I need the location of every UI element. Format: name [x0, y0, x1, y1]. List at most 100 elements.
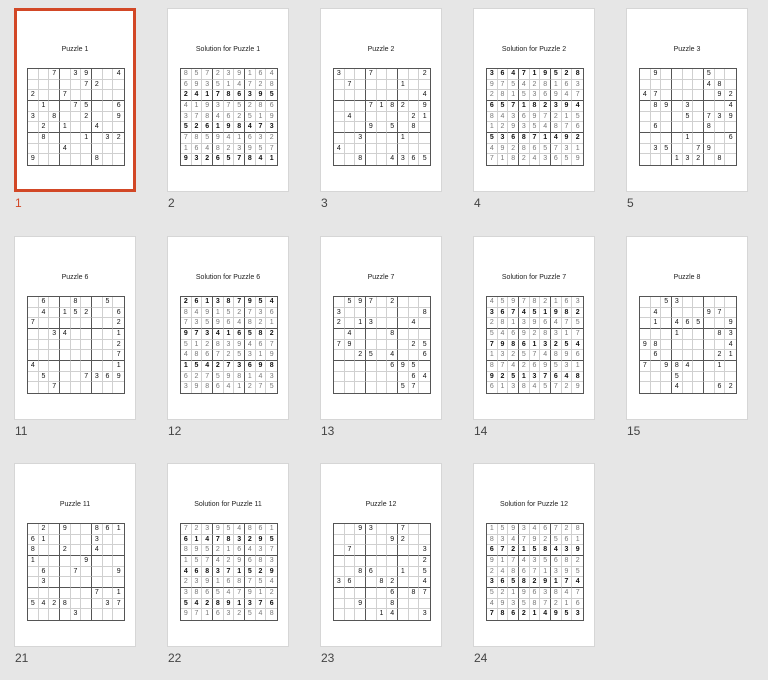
sudoku-cell — [334, 534, 345, 546]
slide-title: Puzzle 6 — [61, 274, 89, 281]
sudoku-grid: 597238213448792525466956457 — [333, 296, 431, 394]
sudoku-cell — [672, 143, 683, 155]
sudoku-cell: 6 — [38, 566, 50, 578]
sudoku-cell: 6 — [223, 577, 235, 588]
sudoku-cell — [28, 577, 39, 588]
slide-thumbnail[interactable]: Solution for Puzzle 23647195289754281632… — [473, 8, 595, 192]
sudoku-cell: 8 — [387, 329, 398, 340]
sudoku-cell: 2 — [519, 361, 530, 372]
sudoku-cell: 2 — [38, 122, 50, 133]
slide-thumbnail[interactable]: Puzzle 85349714659183984621798415462 — [626, 236, 748, 420]
sudoku-cell — [693, 69, 704, 80]
sudoku-cell — [81, 534, 92, 546]
sudoku-cell — [693, 307, 704, 319]
slide-thumbnail[interactable]: Solution for Puzzle 62613879548491527367… — [167, 236, 289, 420]
sudoku-cell: 2 — [419, 556, 430, 567]
sudoku-cell: 6 — [508, 609, 519, 620]
sudoku-cell — [334, 524, 345, 535]
sudoku-cell: 2 — [334, 318, 345, 329]
sudoku-cell: 5 — [540, 143, 551, 155]
sudoku-cell: 9 — [202, 577, 213, 588]
sudoku-cell — [640, 133, 651, 144]
sudoku-cell: 8 — [529, 297, 541, 308]
sudoku-cell — [70, 534, 82, 546]
sudoku-cell: 7 — [409, 382, 420, 393]
sudoku-cell: 8 — [519, 133, 530, 144]
slide-thumbnail[interactable]: Solution for Puzzle 11 7 2 3 9 5 4 8 6 1 6 1 4 7 8 3 2 9 5… — [167, 463, 289, 647]
sudoku-cell: 7 — [181, 524, 192, 535]
sudoku-cell: 9 — [192, 382, 203, 393]
sudoku-cell: 7 — [181, 318, 192, 329]
sudoku-cell — [714, 122, 726, 133]
sudoku-cell: 5 — [551, 69, 562, 80]
sudoku-cell — [60, 101, 71, 112]
sudoku-cell: 7 — [49, 69, 60, 80]
slide-thumbnail[interactable]: Puzzle 12 9 3 7 9 2 7 3 2 8 6 1 5 3 6 8 2 4 6 8 7 9 8 1 4 3 — [320, 463, 442, 647]
sudoku-cell: 1 — [213, 307, 224, 319]
sudoku-cell: 1 — [497, 556, 509, 567]
sudoku-cell: 3 — [529, 90, 541, 101]
sudoku-cell: 4 — [234, 524, 245, 535]
sudoku-cell: 1 — [38, 534, 50, 546]
sudoku-cell: 4 — [202, 534, 213, 546]
sudoku-cell — [387, 318, 398, 329]
sudoku-cell — [398, 318, 409, 329]
sudoku-cell: 5 — [213, 371, 224, 383]
sudoku-cell: 7 — [561, 318, 573, 329]
sudoku-cell: 4 — [487, 598, 498, 610]
slide-number: 15 — [627, 424, 641, 438]
slide-thumbnail[interactable]: Solution for Puzzle 18572391646935147282… — [167, 8, 289, 192]
sudoku-cell — [387, 307, 398, 319]
sudoku-cell — [355, 556, 366, 567]
sudoku-cell: 4 — [255, 371, 267, 383]
sudoku-cell — [387, 90, 398, 101]
sudoku-cell — [81, 143, 92, 155]
sudoku-cell: 1 — [398, 133, 409, 144]
slide-thumbnail[interactable]: Solution for Puzzle 12 1 5 9 3 4 6 7 2 8 8 3 4 7 9 2 5 6 1… — [473, 463, 595, 647]
sudoku-cell — [28, 588, 39, 599]
slide-thumbnail[interactable]: Puzzle 668541526723412741573697 — [14, 236, 136, 420]
slide-thumbnail[interactable]: Puzzle 7597238213448792525466956457 — [320, 236, 442, 420]
sudoku-cell: 8 — [508, 339, 519, 351]
slide-thumbnail[interactable]: Puzzle 39548479289345739681635791328 — [626, 8, 748, 192]
sudoku-cell — [704, 329, 715, 340]
sudoku-cell — [714, 339, 726, 351]
sudoku-cell: 3 — [672, 297, 683, 308]
sudoku-cell — [704, 361, 715, 372]
sudoku-cell — [672, 350, 683, 361]
sudoku-cell — [725, 144, 736, 155]
sudoku-cell: 4 — [92, 122, 103, 133]
sudoku-cell: 9 — [661, 101, 672, 112]
sudoku-cell — [408, 307, 420, 319]
sudoku-cell — [387, 566, 398, 578]
sudoku-cell — [398, 90, 409, 101]
sudoku-cell — [113, 154, 124, 165]
sudoku-grid: 9548479289345739681635791328 — [639, 68, 737, 166]
sudoku-cell: 9 — [181, 329, 192, 340]
slide-thumbnail[interactable]: Solution for Puzzle 74597821633674519822… — [473, 236, 595, 420]
sudoku-cell: 6 — [181, 534, 192, 546]
sudoku-cell — [398, 143, 409, 155]
sudoku-cell: 5 — [255, 297, 267, 308]
sudoku-cell: 4 — [540, 122, 551, 133]
sudoku-cell — [714, 143, 726, 155]
sudoku-cell: 4 — [92, 545, 103, 556]
sudoku-cell — [28, 350, 39, 361]
sudoku-cell: 2 — [419, 69, 430, 80]
sudoku-cell — [102, 143, 114, 155]
sudoku-cell — [661, 79, 672, 91]
sudoku-cell: 9 — [704, 143, 715, 155]
sudoku-cell: 9 — [487, 79, 498, 91]
sudoku-cell — [366, 371, 377, 383]
sudoku-cell — [38, 556, 50, 567]
sudoku-cell: 9 — [540, 577, 551, 588]
sudoku-cell — [334, 101, 345, 112]
sudoku-cell — [366, 556, 377, 567]
sudoku-cell: 6 — [650, 350, 662, 361]
sudoku-cell: 7 — [245, 577, 256, 588]
sudoku-cell: 9 — [551, 90, 562, 101]
slide-thumbnail[interactable]: Puzzle 23727147182942195831484365 — [320, 8, 442, 192]
slide-thumbnail[interactable]: Puzzle 11 2 9 8 6 1 6 1 3 8 2 4 1 9 6 7 9 3 7 1 5 4 2 8 3 7 3 — [14, 463, 136, 647]
sudoku-cell: 8 — [551, 350, 562, 361]
slide-thumbnail[interactable]: Puzzle 173947227175638292148132498 — [14, 8, 136, 192]
